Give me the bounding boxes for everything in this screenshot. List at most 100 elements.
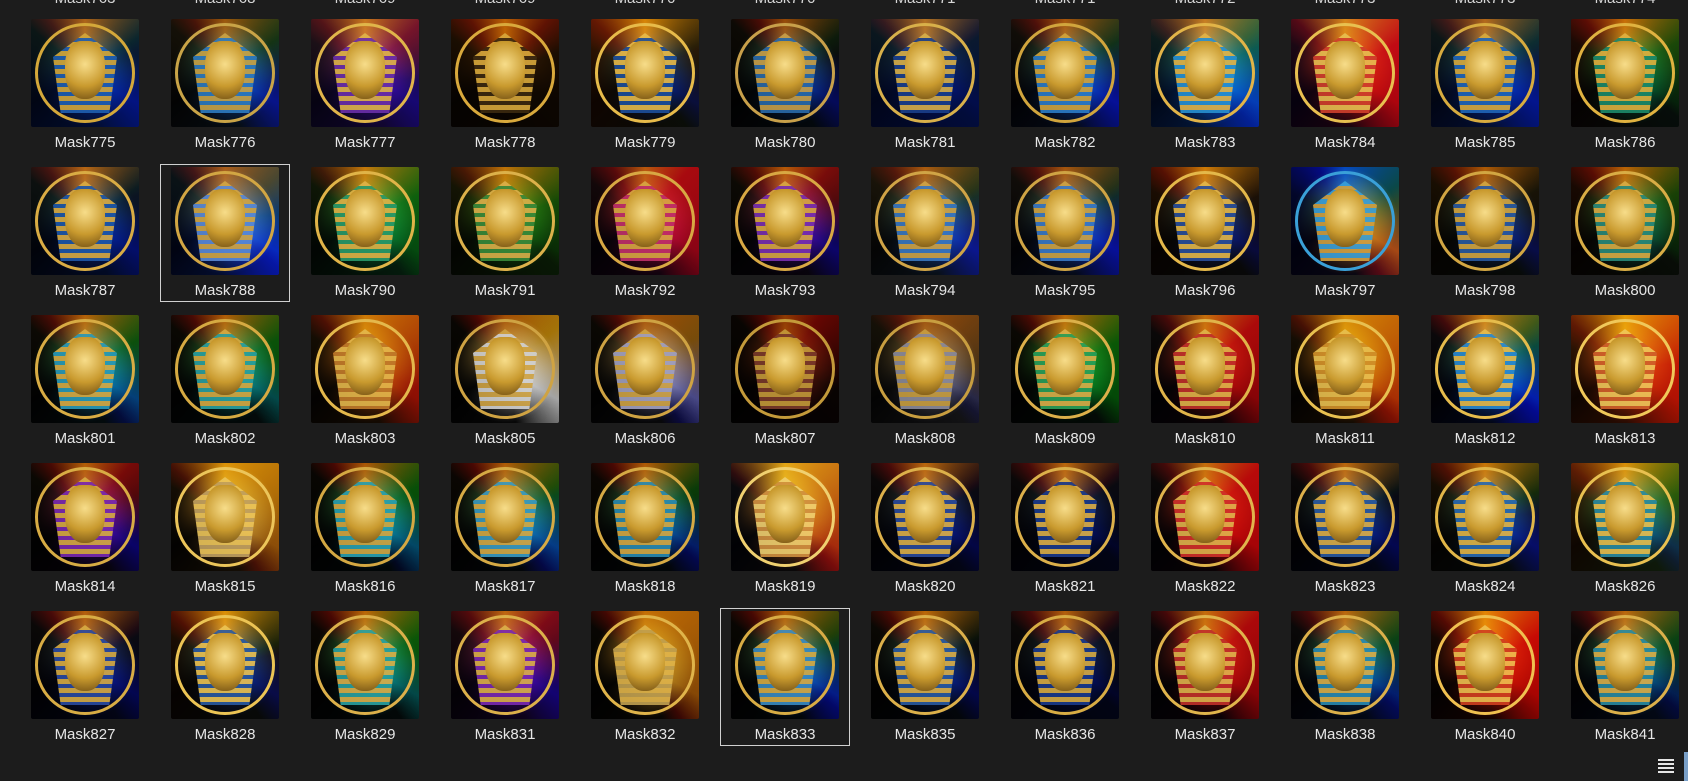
file-tile[interactable]: Mask831	[440, 608, 570, 746]
mask-thumbnail	[171, 315, 279, 423]
file-tile[interactable]: Mask798	[1420, 164, 1550, 302]
file-tile[interactable]: Mask841	[1560, 608, 1688, 746]
file-name-label: Mask833	[754, 726, 816, 743]
file-tile[interactable]: Mask801	[20, 312, 150, 450]
file-tile[interactable]: Mask809	[1000, 312, 1130, 450]
file-tile[interactable]: Mask817	[440, 460, 570, 598]
partial-file-label: Mask769	[440, 0, 570, 6]
menu-lines-icon[interactable]	[1658, 759, 1674, 773]
file-tile[interactable]: Mask775	[20, 16, 150, 154]
file-tile[interactable]: Mask805	[440, 312, 570, 450]
file-tile[interactable]: Mask778	[440, 16, 570, 154]
file-tile[interactable]: Mask782	[1000, 16, 1130, 154]
file-tile[interactable]: Mask803	[300, 312, 430, 450]
file-name-label: Mask824	[1454, 578, 1516, 595]
file-tile[interactable]: Mask836	[1000, 608, 1130, 746]
file-tile[interactable]: Mask788	[160, 164, 290, 302]
file-tile[interactable]: Mask808	[860, 312, 990, 450]
file-tile[interactable]: Mask784	[1280, 16, 1410, 154]
file-tile[interactable]: Mask785	[1420, 16, 1550, 154]
mask-thumbnail	[31, 315, 139, 423]
mask-thumbnail	[451, 315, 559, 423]
file-tile[interactable]: Mask794	[860, 164, 990, 302]
file-name-label: Mask817	[474, 578, 536, 595]
file-name-label: Mask806	[614, 430, 676, 447]
file-name-label: Mask821	[1034, 578, 1096, 595]
file-tile[interactable]: Mask826	[1560, 460, 1688, 598]
mask-thumbnail	[171, 463, 279, 571]
file-tile[interactable]: Mask813	[1560, 312, 1688, 450]
mask-thumbnail	[591, 315, 699, 423]
file-tile[interactable]: Mask792	[580, 164, 710, 302]
file-tile[interactable]: Mask829	[300, 608, 430, 746]
file-tile[interactable]: Mask793	[720, 164, 850, 302]
file-name-label: Mask816	[334, 578, 396, 595]
file-tile[interactable]: Mask790	[300, 164, 430, 302]
file-tile[interactable]: Mask795	[1000, 164, 1130, 302]
file-tile[interactable]: Mask818	[580, 460, 710, 598]
file-tile[interactable]: Mask800	[1560, 164, 1688, 302]
partial-file-label: Mask770	[720, 0, 850, 6]
mask-thumbnail	[731, 611, 839, 719]
file-tile[interactable]: Mask779	[580, 16, 710, 154]
partial-file-label: Mask770	[580, 0, 710, 6]
file-tile[interactable]: Mask822	[1140, 460, 1270, 598]
file-tile[interactable]: Mask832	[580, 608, 710, 746]
mask-thumbnail	[1151, 315, 1259, 423]
file-name-label: Mask822	[1174, 578, 1236, 595]
file-tile[interactable]: Mask823	[1280, 460, 1410, 598]
mask-thumbnail	[871, 19, 979, 127]
file-tile[interactable]: Mask802	[160, 312, 290, 450]
file-tile[interactable]: Mask819	[720, 460, 850, 598]
file-tile[interactable]: Mask776	[160, 16, 290, 154]
file-tile[interactable]: Mask807	[720, 312, 850, 450]
file-tile[interactable]: Mask777	[300, 16, 430, 154]
mask-thumbnail	[731, 19, 839, 127]
file-tile[interactable]: Mask828	[160, 608, 290, 746]
mask-thumbnail	[1431, 611, 1539, 719]
file-tile[interactable]: Mask820	[860, 460, 990, 598]
mask-thumbnail	[1431, 167, 1539, 275]
file-tile[interactable]: Mask806	[580, 312, 710, 450]
file-tile[interactable]: Mask824	[1420, 460, 1550, 598]
mask-thumbnail	[1291, 167, 1399, 275]
file-tile[interactable]: Mask835	[860, 608, 990, 746]
file-name-label: Mask796	[1174, 282, 1236, 299]
file-tile[interactable]: Mask787	[20, 164, 150, 302]
mask-thumbnail	[591, 167, 699, 275]
file-tile[interactable]: Mask833	[720, 608, 850, 746]
file-tile[interactable]: Mask838	[1280, 608, 1410, 746]
file-tile[interactable]: Mask810	[1140, 312, 1270, 450]
mask-thumbnail	[731, 167, 839, 275]
mask-thumbnail	[311, 167, 419, 275]
file-name-label: Mask809	[1034, 430, 1096, 447]
file-tile[interactable]: Mask815	[160, 460, 290, 598]
mask-thumbnail	[591, 611, 699, 719]
file-name-label: Mask807	[754, 430, 816, 447]
file-tile[interactable]: Mask786	[1560, 16, 1688, 154]
file-tile[interactable]: Mask840	[1420, 608, 1550, 746]
file-tile[interactable]: Mask812	[1420, 312, 1550, 450]
file-name-label: Mask838	[1314, 726, 1376, 743]
file-tile[interactable]: Mask814	[20, 460, 150, 598]
file-tile[interactable]: Mask783	[1140, 16, 1270, 154]
file-tile[interactable]: Mask791	[440, 164, 570, 302]
file-tile[interactable]: Mask821	[1000, 460, 1130, 598]
mask-thumbnail	[1571, 167, 1679, 275]
file-name-label: Mask826	[1594, 578, 1656, 595]
file-tile[interactable]: Mask780	[720, 16, 850, 154]
mask-thumbnail	[1291, 611, 1399, 719]
file-tile[interactable]: Mask816	[300, 460, 430, 598]
file-tile[interactable]: Mask797	[1280, 164, 1410, 302]
file-name-label: Mask776	[194, 134, 256, 151]
file-tile[interactable]: Mask796	[1140, 164, 1270, 302]
file-tile[interactable]: Mask781	[860, 16, 990, 154]
file-name-label: Mask800	[1594, 282, 1656, 299]
mask-thumbnail	[1571, 19, 1679, 127]
file-tile[interactable]: Mask837	[1140, 608, 1270, 746]
mask-thumbnail	[1431, 315, 1539, 423]
file-tile[interactable]: Mask811	[1280, 312, 1410, 450]
file-tile[interactable]: Mask827	[20, 608, 150, 746]
file-name-label: Mask802	[194, 430, 256, 447]
mask-thumbnail	[311, 463, 419, 571]
